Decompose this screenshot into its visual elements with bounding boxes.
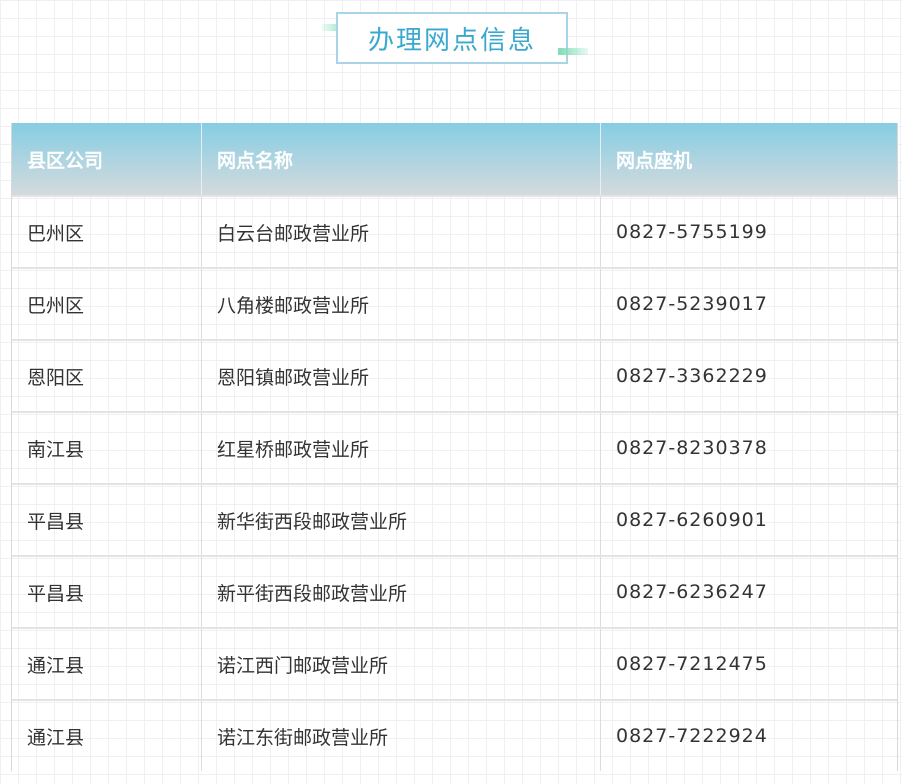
outlet-name-cell: 诺江东街邮政营业所 bbox=[202, 701, 601, 771]
outlet-name-cell: 红星桥邮政营业所 bbox=[202, 413, 601, 483]
header-outlet-phone: 网点座机 bbox=[616, 149, 693, 172]
table-header: 县区公司 网点名称 网点座机 bbox=[12, 123, 897, 195]
phone-cell[interactable]: 0827-8230378 bbox=[601, 413, 895, 483]
outlet-name-cell: 八角楼邮政营业所 bbox=[202, 269, 601, 339]
table-row: 通江县 诺江西门邮政营业所 0827-7212475 bbox=[12, 627, 897, 699]
table-row: 南江县 红星桥邮政营业所 0827-8230378 bbox=[12, 411, 897, 483]
county-cell: 巴州区 bbox=[12, 197, 202, 267]
phone-cell[interactable]: 0827-5755199 bbox=[601, 197, 895, 267]
page-title: 办理网点信息 bbox=[367, 25, 536, 56]
phone-cell[interactable]: 0827-6236247 bbox=[601, 557, 895, 627]
outlet-name-cell: 新华街西段邮政营业所 bbox=[202, 485, 601, 555]
county-cell: 恩阳区 bbox=[12, 341, 202, 411]
table-row: 通江县 诺江东街邮政营业所 0827-7222924 bbox=[12, 699, 897, 771]
county-cell: 南江县 bbox=[12, 413, 202, 483]
outlet-name-cell: 诺江西门邮政营业所 bbox=[202, 629, 601, 699]
table-row: 巴州区 八角楼邮政营业所 0827-5239017 bbox=[12, 267, 897, 339]
table-row: 恩阳区 恩阳镇邮政营业所 0827-3362229 bbox=[12, 339, 897, 411]
phone-cell[interactable]: 0827-3362229 bbox=[601, 341, 895, 411]
header-outlet-name: 网点名称 bbox=[202, 123, 601, 195]
outlet-name-cell: 白云台邮政营业所 bbox=[202, 197, 601, 267]
outlet-name-cell: 新平街西段邮政营业所 bbox=[202, 557, 601, 627]
phone-cell[interactable]: 0827-7212475 bbox=[601, 629, 895, 699]
table-row: 平昌县 新平街西段邮政营业所 0827-6236247 bbox=[12, 555, 897, 627]
header-county-company: 县区公司 bbox=[12, 123, 202, 195]
phone-cell[interactable]: 0827-6260901 bbox=[601, 485, 895, 555]
outlet-name-cell: 恩阳镇邮政营业所 bbox=[202, 341, 601, 411]
county-cell: 通江县 bbox=[12, 701, 202, 771]
title-banner: 办理网点信息 bbox=[322, 12, 588, 68]
county-cell: 平昌县 bbox=[12, 485, 202, 555]
table-row: 巴州区 白云台邮政营业所 0827-5755199 bbox=[12, 195, 897, 267]
county-cell: 巴州区 bbox=[12, 269, 202, 339]
title-box: 办理网点信息 bbox=[336, 12, 568, 64]
title-decoration-right bbox=[558, 48, 588, 55]
county-cell: 通江县 bbox=[12, 629, 202, 699]
phone-cell[interactable]: 0827-5239017 bbox=[601, 269, 895, 339]
table-row: 平昌县 新华街西段邮政营业所 0827-6260901 bbox=[12, 483, 897, 555]
county-cell: 平昌县 bbox=[12, 557, 202, 627]
outlet-info-table: 县区公司 网点名称 网点座机 巴州区 白云台邮政营业所 0827-5755199… bbox=[11, 123, 898, 771]
phone-cell[interactable]: 0827-7222924 bbox=[601, 701, 895, 771]
